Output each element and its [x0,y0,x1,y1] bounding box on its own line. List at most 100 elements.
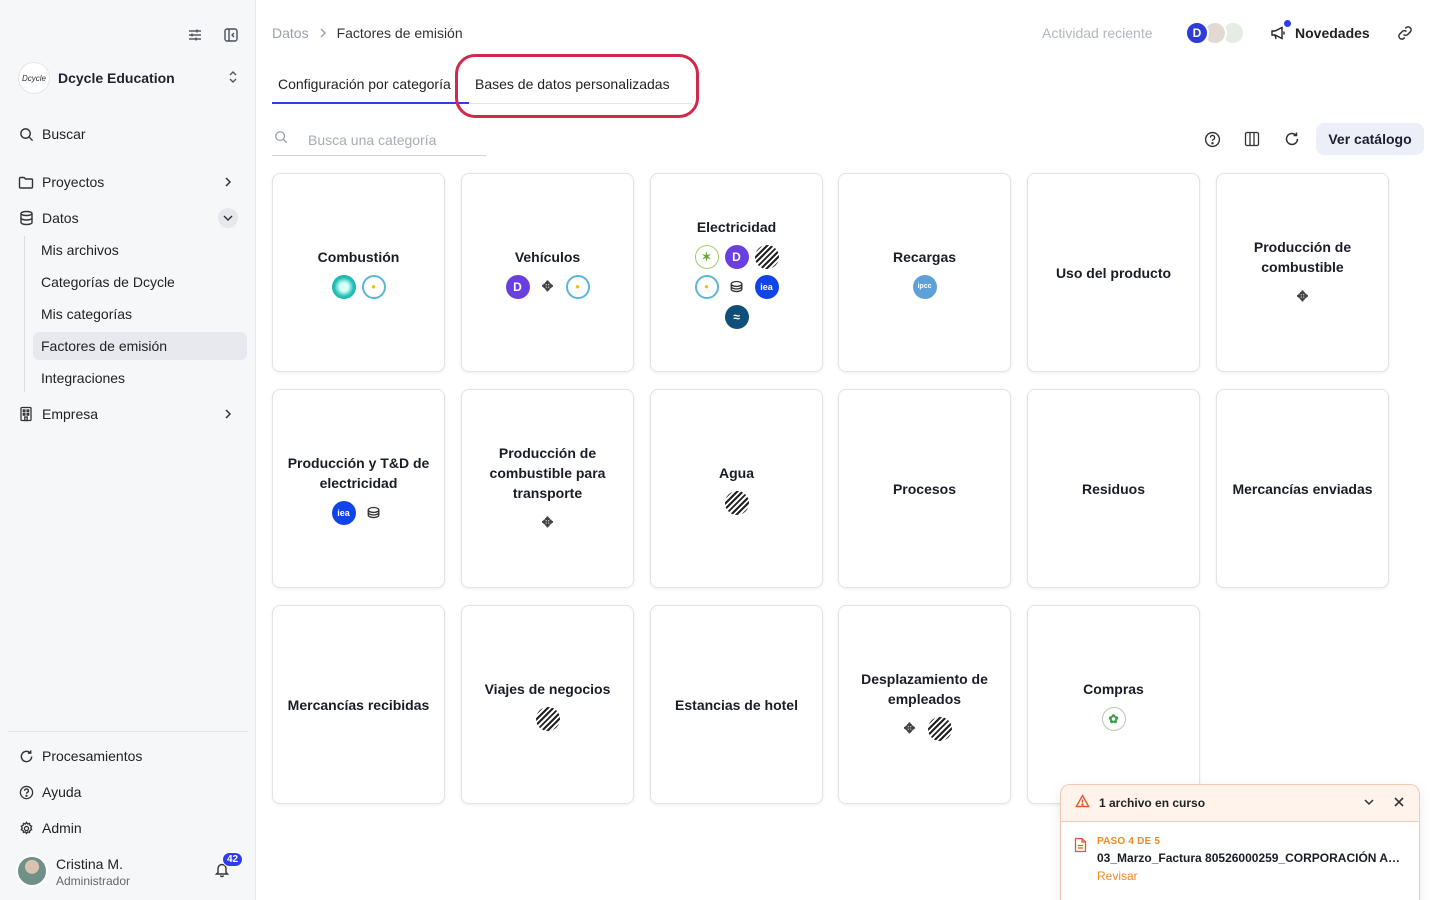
org-logo: Dcycle [18,62,50,94]
upload-header[interactable]: 1 archivo en curso [1061,785,1419,822]
link-icon[interactable] [1396,24,1414,47]
close-icon[interactable] [1393,795,1405,813]
category-card[interactable]: Electricidad ✶ D ● ⛁ iea ≈ [650,173,823,372]
category-card-title: Residuos [1081,480,1145,497]
dcycle-avatar: D [1185,21,1209,45]
category-card-title: Combustión [317,248,400,265]
recent-activity-link[interactable]: Actividad reciente [1042,25,1153,41]
stripes-icon [535,706,560,731]
sidebar-item-my-categories[interactable]: Mis categorías [33,300,247,328]
active-tab-underline [272,102,469,104]
org-switcher[interactable]: Dcycle Dcycle Education [18,60,239,96]
database-icon [18,210,34,226]
source-logos: iea ⛁ [309,500,409,525]
chevron-up-down-icon [227,70,239,87]
chevron-down-icon[interactable] [218,208,238,228]
collapse-sidebar-icon[interactable] [222,26,240,44]
category-card[interactable]: Producción de combustible para transport… [461,389,634,588]
upload-item: PASO 4 DE 5 03_Marzo_Factura 80526000259… [1061,822,1419,883]
category-card[interactable]: Mercancías enviadas [1216,389,1389,588]
upload-title: 1 archivo en curso [1099,796,1206,810]
database-icon: ⛁ [724,274,749,299]
category-card[interactable]: Combustión ● [272,173,445,372]
chevron-down-icon[interactable] [1363,795,1375,813]
category-card[interactable]: Vehículos D ✥ ● [461,173,634,372]
crest-icon: ✥ [535,274,560,299]
sidebar-item-dcycle-categories[interactable]: Categorías de Dcycle [33,268,247,296]
breadcrumb-current: Factores de emisión [336,25,463,41]
nav-projects-label: Proyectos [42,174,105,190]
sidebar-item-integrations[interactable]: Integraciones [33,364,247,392]
sidebar-item-emission-factors[interactable]: Factores de emisión [33,332,247,360]
category-card-title: Producción de combustible [1253,238,1352,275]
help-circle-icon [18,784,34,800]
category-card[interactable]: Viajes de negocios [461,605,634,804]
filter-sliders-icon[interactable] [186,26,204,44]
chevron-right-icon[interactable] [218,172,238,192]
category-card[interactable]: Producción y T&D de electricidad iea ⛁ [272,389,445,588]
org-name: Dcycle Education [58,70,175,86]
tab-category-config[interactable]: Configuración por categoría [278,76,462,92]
nav-projects[interactable]: Proyectos [8,168,248,196]
category-search [272,124,486,156]
stripes-icon [927,716,952,741]
category-card[interactable]: Agua [650,389,823,588]
category-card-title: Recargas [892,248,957,265]
nav-data[interactable]: Datos [8,204,248,232]
source-logos: ✥ [1253,284,1353,309]
category-card-title: Desplazamiento de empleados [861,670,988,707]
source-logos: ✥ [875,716,975,741]
green-seal-icon: ✶ [694,244,719,269]
review-link[interactable]: Revisar [1097,869,1419,883]
source-logos: ✥ [498,510,598,535]
notification-badge: 42 [222,852,244,867]
pdf-file-icon [1074,837,1087,858]
leaf-icon: ✿ [1101,706,1126,731]
category-card-title: Procesos [892,480,957,497]
category-card[interactable]: Producción de combustible ✥ [1216,173,1389,372]
nav-data-label: Datos [42,210,79,226]
help-circle-icon[interactable] [1201,128,1223,150]
category-card-title: Uso del producto [1055,264,1172,281]
category-card[interactable]: Procesos [838,389,1011,588]
crest-icon: ✥ [897,716,922,741]
category-card-title: Mercancías recibidas [287,696,430,713]
ecoinvent-icon: ● [361,274,386,299]
columns-icon[interactable] [1241,128,1263,150]
teal-icon [331,274,356,299]
view-catalog-button[interactable]: Ver catálogo [1316,123,1424,155]
user-profile[interactable]: Cristina M. Administrador 42 [16,852,246,889]
nav-search[interactable]: Buscar [8,120,248,148]
ipcc-icon: ipcc [912,274,937,299]
wave-icon: ≈ [724,304,749,329]
source-logos: D ✥ ● [498,274,598,299]
category-card[interactable]: Compras ✿ [1027,605,1200,804]
upload-progress-panel: 1 archivo en curso PASO 4 DE 5 03_Marzo_… [1060,784,1420,900]
collaborator-avatars[interactable]: D [1185,21,1249,47]
sidebar-item-my-files[interactable]: Mis archivos [33,236,247,264]
category-card[interactable]: Mercancías recibidas [272,605,445,804]
news-button[interactable]: Novedades [1270,20,1370,41]
iea-icon: iea [331,500,356,525]
news-label: Novedades [1295,25,1370,41]
crest-icon: ✥ [535,510,560,535]
search-input[interactable] [308,131,478,148]
nav-admin[interactable]: Admin [8,814,248,842]
chevron-right-icon[interactable] [218,404,238,424]
category-card[interactable]: Estancias de hotel [650,605,823,804]
category-card[interactable]: Residuos [1027,389,1200,588]
upload-step: PASO 4 DE 5 [1097,836,1161,847]
category-card[interactable]: Uso del producto [1027,173,1200,372]
nav-processing[interactable]: Procesamientos [8,742,248,770]
submenu-line [24,236,25,392]
breadcrumb-root[interactable]: Datos [272,25,309,41]
nav-help[interactable]: Ayuda [8,778,248,806]
category-card[interactable]: Desplazamiento de empleados ✥ [838,605,1011,804]
category-card-title: Estancias de hotel [675,696,798,713]
nav-company[interactable]: Empresa [8,400,248,428]
upload-filename: 03_Marzo_Factura 80526000259_CORPORACIÓN… [1097,851,1407,865]
category-card[interactable]: Recargas ipcc [838,173,1011,372]
source-logos: ipcc [875,274,975,299]
refresh-icon[interactable] [1281,128,1303,150]
source-logos [687,490,787,515]
